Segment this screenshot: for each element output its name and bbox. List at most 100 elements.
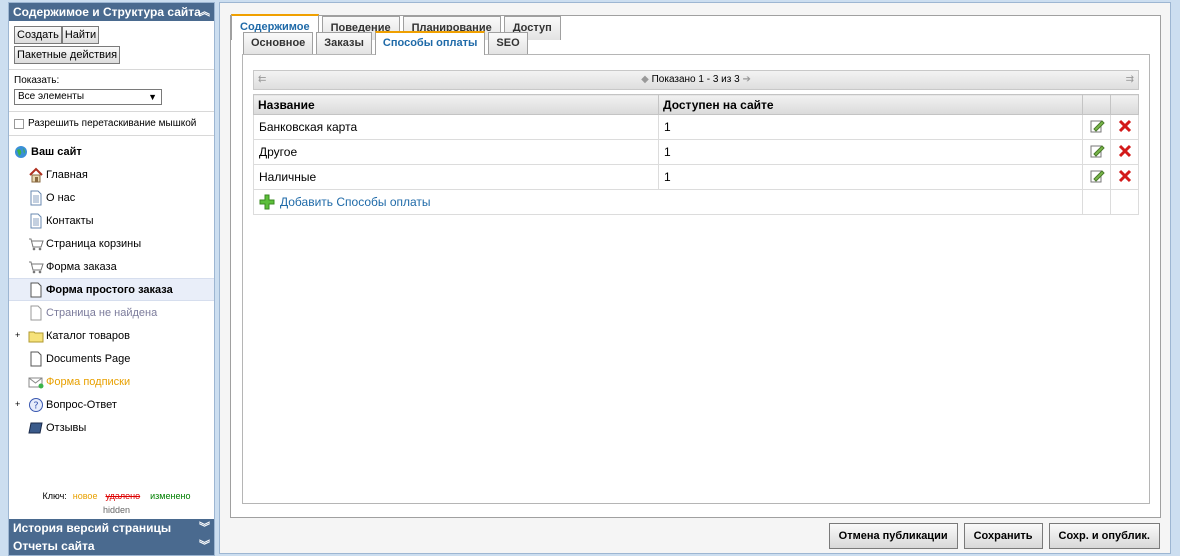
cell-name: Банковская карта [253,114,659,140]
cell-available: 1 [658,114,1083,140]
tab-orders[interactable]: Заказы [316,32,372,54]
cell-name: Наличные [253,164,659,190]
panel-title: Содержимое и Структура сайта [13,5,201,19]
last-page-icon[interactable]: ⇉ [1126,71,1134,89]
plus-icon [259,194,275,210]
legend-changed: изменено [150,491,191,501]
content-area: Содержимое Поведение Планирование Доступ… [230,14,1161,518]
save-publish-button[interactable]: Сохр. и опублик. [1048,523,1160,549]
tree-item-simple-order-form[interactable]: Форма простого заказа [9,278,214,301]
column-available[interactable]: Доступен на сайте [658,94,1083,115]
site-tree-panel: Содержимое и Структура сайта ︽ Создать На… [8,2,215,556]
edit-icon[interactable] [1082,164,1111,190]
save-button[interactable]: Сохранить [963,523,1043,549]
action-bar: Отмена публикации Сохранить Сохр. и опуб… [828,523,1160,549]
expand-icon[interactable]: ︾ [199,519,210,537]
next-page-icon[interactable]: ➔ [742,74,750,85]
show-select-value: Все элементы [18,91,85,102]
page-icon [28,305,44,321]
create-button[interactable]: Создать [14,26,62,44]
find-button[interactable]: Найти [61,26,100,44]
globe-icon [13,144,29,160]
column-name[interactable]: Название [253,94,659,115]
home-icon [28,167,44,183]
table-row[interactable]: Банковская карта 1 [253,114,1139,140]
payment-methods-grid: ⇇ ◆ Показано 1 - 3 из 3 ➔ ⇉ Название Дос… [253,70,1139,215]
cart-icon [28,236,44,252]
delete-icon[interactable] [1110,139,1139,165]
batch-actions-button[interactable]: Пакетные действия [14,46,121,64]
drag-label: Разрешить перетаскивание мышкой [28,118,197,129]
tree-item-label: О нас [46,191,76,204]
drag-option: Разрешить перетаскивание мышкой [9,112,214,136]
delete-icon[interactable] [1110,114,1139,140]
legend-key: Ключ: новое удалено изменено hidden [9,489,214,517]
add-payment-method-link[interactable]: Добавить Способы оплаты [259,194,1082,210]
expand-icon[interactable]: + [15,400,23,409]
edit-icon[interactable] [1082,139,1111,165]
add-row: Добавить Способы оплаты [253,189,1139,215]
tree-item-about[interactable]: О нас [9,186,214,209]
tree-item-label: Главная [46,168,88,181]
expand-icon[interactable]: + [15,331,23,340]
history-title: История версий страницы [13,521,172,535]
delete-icon[interactable] [1110,164,1139,190]
book-icon [28,420,44,436]
edit-icon[interactable] [1082,114,1111,140]
main-tabs: Содержимое Поведение Планирование Доступ [231,4,564,40]
tree-item-catalog[interactable]: + Каталог товаров [9,324,214,347]
reports-panel-header[interactable]: Отчеты сайта ︾ [9,537,214,555]
tree-item-subscribe[interactable]: Форма подписки [9,370,214,393]
tree-item-label: Страница не найдена [46,306,158,319]
help-icon: ? [28,397,44,413]
history-panel-header[interactable]: История версий страницы ︾ [9,519,214,537]
tree-root[interactable]: Ваш сайт [9,140,214,163]
page-icon [28,351,44,367]
edit-panel: Содержимое Поведение Планирование Доступ… [219,2,1171,554]
tree-item-contacts[interactable]: Контакты [9,209,214,232]
tree-item-faq[interactable]: + ? Вопрос-Ответ [9,393,214,416]
column-delete [1110,94,1139,115]
pager: ⇇ ◆ Показано 1 - 3 из 3 ➔ ⇉ [253,70,1139,90]
first-page-icon[interactable]: ⇇ [258,71,266,89]
show-select[interactable]: Все элементы ▼ [14,89,162,105]
tab-main[interactable]: Основное [243,32,314,54]
cell-name: Другое [253,139,659,165]
sub-tab-panel: Основное Заказы Способы оплаты SEO ⇇ ◆ П… [242,31,1150,504]
tab-seo[interactable]: SEO [488,32,528,54]
empty-cell [1110,189,1139,215]
tree-item-reviews[interactable]: Отзывы [9,416,214,439]
tree-root-label: Ваш сайт [31,145,82,158]
column-edit [1082,94,1111,115]
drag-checkbox[interactable] [14,118,24,129]
tab-payment-methods[interactable]: Способы оплаты [374,31,486,55]
legend-hidden: hidden [102,505,131,515]
legend-new: новое [72,491,98,501]
panel-header[interactable]: Содержимое и Структура сайта ︽ [9,3,214,21]
page-icon [28,282,44,298]
tree-item-home[interactable]: Главная [9,163,214,186]
page-icon [28,213,44,229]
tree-item-not-found[interactable]: Страница не найдена [9,301,214,324]
prev-page-icon[interactable]: ◆ [641,74,649,85]
reports-title: Отчеты сайта [13,539,95,553]
show-filter: Показать: Все элементы ▼ [9,70,214,112]
tree-item-label: Documents Page [46,352,131,365]
tree-item-documents[interactable]: Documents Page [9,347,214,370]
folder-icon [28,328,44,344]
unpublish-button[interactable]: Отмена публикации [828,523,958,549]
add-label: Добавить Способы оплаты [280,195,431,209]
table-row[interactable]: Другое 1 [253,139,1139,165]
cart-icon [28,259,44,275]
collapse-icon[interactable]: ︽ [199,3,210,21]
tree-item-label: Вопрос-Ответ [46,398,117,411]
tree-item-label: Форма заказа [46,260,117,273]
table-row[interactable]: Наличные 1 [253,164,1139,190]
tree-item-cart[interactable]: Страница корзины [9,232,214,255]
tree-toolbar: Создать Найти Пакетные действия [9,21,214,70]
expand-icon[interactable]: ︾ [199,537,210,555]
legend-label: Ключ: [42,491,67,501]
svg-text:?: ? [33,400,38,411]
tree-item-order-form[interactable]: Форма заказа [9,255,214,278]
pager-status: Показано 1 - 3 из 3 [651,74,740,85]
